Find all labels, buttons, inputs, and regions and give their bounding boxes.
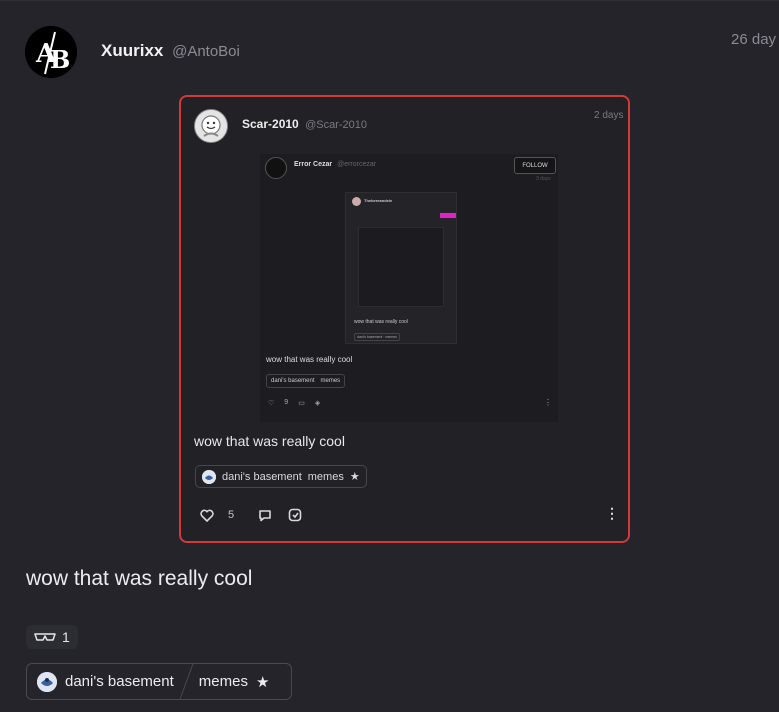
post-card: A B Xuurixx @AntoBoi 26 day Scar-2010 @S… <box>0 0 779 712</box>
more-options-icon: ⋮ <box>605 505 619 521</box>
embedded-actions: ♡ 9 ▭ ◈ <box>268 399 320 407</box>
nested-highlight <box>440 213 456 218</box>
post-text: wow that was really cool <box>26 567 253 590</box>
tag-community[interactable]: dani's basement <box>65 673 174 690</box>
author-handle[interactable]: @AntoBoi <box>172 43 240 60</box>
quoted-post-image[interactable]: Scar-2010 @Scar-2010 2 days Error Cezar … <box>179 95 630 543</box>
embedded-post-image: Error Cezar @errorcezar FOLLOW 3 days Th… <box>260 154 558 422</box>
embedded-author: Error Cezar @errorcezar <box>294 161 376 168</box>
embedded-author-name: Error Cezar <box>294 161 333 168</box>
quoted-author-handle: @Scar-2010 <box>305 119 367 131</box>
embedded-share-icon: ◈ <box>314 400 321 407</box>
embedded-tag-topic: memes <box>320 378 341 384</box>
embedded-heart-icon: ♡ <box>268 400 275 407</box>
embedded-like-count: 9 <box>284 399 289 406</box>
embedded-more-icon: ⋮ <box>544 398 552 407</box>
embedded-tags: dani's basement memes <box>266 374 346 388</box>
nested-post-image: Thebeerandele wow that was really cool d… <box>345 192 457 344</box>
ab-logo-icon: A B <box>25 26 77 78</box>
nested-post-text: wow that was really cool <box>354 319 408 325</box>
post-author: Xuurixx @AntoBoi <box>101 41 240 61</box>
quoted-tag-community: dani's basement <box>222 470 302 483</box>
nested-author-name: Thebeerandele <box>364 198 393 203</box>
quoted-actions: 5 <box>200 508 302 522</box>
quoted-author-avatar <box>194 109 228 143</box>
svg-text:B: B <box>50 45 70 74</box>
star-icon: ★ <box>349 471 360 483</box>
post-timestamp: 26 day <box>731 31 777 48</box>
community-avatar-icon <box>37 671 57 692</box>
tag-topic[interactable]: memes <box>199 673 248 690</box>
post-tags: dani's basement memes ★ <box>26 663 292 700</box>
quoted-author: Scar-2010 @Scar-2010 <box>242 117 367 131</box>
heart-icon <box>200 509 214 522</box>
like-count: 5 <box>228 509 235 521</box>
embedded-comment-icon: ▭ <box>298 400 305 407</box>
author-avatar[interactable]: A B <box>25 26 77 78</box>
quoted-timestamp: 2 days <box>594 110 624 121</box>
quoted-tags: dani's basement memes ★ <box>195 465 367 488</box>
embedded-follow-button: FOLLOW <box>514 157 556 174</box>
smiley-face-icon <box>195 110 227 142</box>
quoted-author-name: Scar-2010 <box>242 117 299 131</box>
embedded-post-text: wow that was really cool <box>266 355 353 364</box>
nested-avatar <box>352 197 361 206</box>
reaction-count: 1 <box>62 629 70 645</box>
comment-icon <box>258 509 272 522</box>
community-avatar-icon <box>202 469 216 484</box>
embedded-avatar <box>265 157 287 179</box>
nested-deep-image <box>358 227 444 307</box>
sunglasses-icon <box>34 629 56 645</box>
embedded-tag-community: dani's basement <box>271 378 315 384</box>
star-icon: ★ <box>255 673 270 691</box>
embedded-timestamp: 3 days <box>536 176 551 182</box>
share-icon <box>288 508 302 522</box>
quoted-post-text: wow that was really cool <box>194 433 345 449</box>
embedded-author-handle: @errorcezar <box>337 161 377 168</box>
tag-divider <box>179 664 194 699</box>
quoted-tag-topic: memes <box>307 470 344 483</box>
nested-tags: dani's basement · memes <box>354 333 400 341</box>
author-name[interactable]: Xuurixx <box>101 41 163 60</box>
reaction-chip[interactable]: 1 <box>26 625 78 649</box>
